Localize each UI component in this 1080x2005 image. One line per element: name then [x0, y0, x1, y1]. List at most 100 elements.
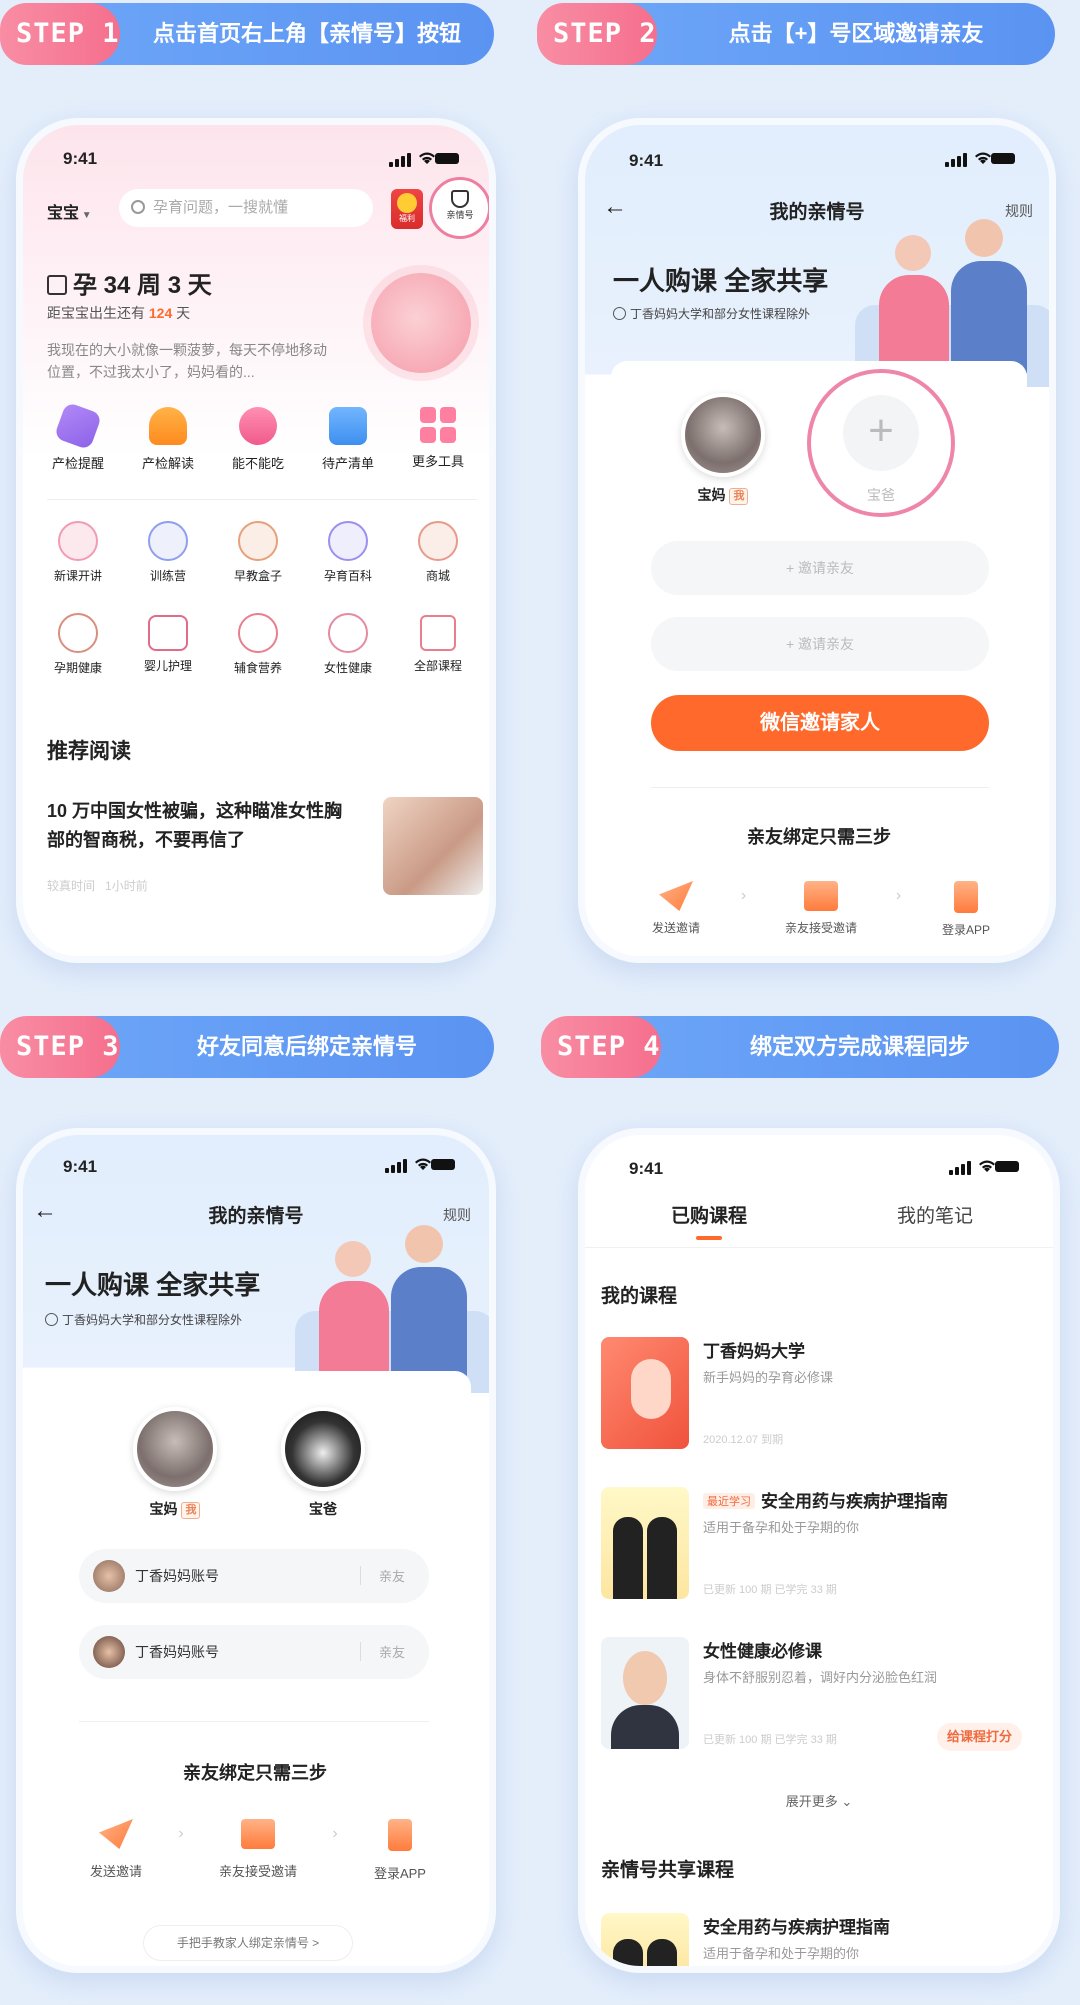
course-item[interactable]: 丁香妈妈大学 新手妈妈的孕育必修课 2020.12.07 到期	[601, 1337, 1041, 1457]
phone-courses: 9:41 已购课程 我的笔记 我的课程 丁香妈妈大学 新手妈妈的孕育必修课 20…	[578, 1128, 1060, 1973]
step-text: 点击首页右上角【亲情号】按钮	[152, 21, 461, 46]
step-label: STEP 4	[541, 1016, 661, 1078]
tool-all-courses[interactable]: 全部课程	[398, 613, 478, 683]
course-item[interactable]: 女性健康必修课 身体不舒服别忍着，调好内分泌脸色红润 已更新 100 期 已学完…	[601, 1637, 1041, 1757]
invite-slot-2[interactable]: + 邀请亲友	[651, 617, 989, 671]
course-subtitle: 新手妈妈的孕育必修课	[703, 1370, 834, 1385]
bag-icon	[329, 407, 367, 445]
phone-home: 9:41 宝宝 ▼ 孕育问题，一搜就懂 福利 亲情号 孕 34 周 3 天 距宝…	[16, 118, 496, 963]
status-icons	[945, 151, 1015, 167]
status-icons	[389, 151, 459, 167]
step-label: STEP 1	[0, 3, 120, 65]
tool-checkup-analysis[interactable]: 产检解读	[128, 407, 208, 487]
steps-title: 亲友绑定只需三步	[183, 1763, 327, 1783]
tool-label: 全部课程	[413, 659, 462, 673]
article-title: 10 万中国女性被骗，这种瞄准女性胸部的智商税，不要再信了	[47, 801, 343, 850]
family-account-icon	[451, 190, 469, 208]
step-label: 登录APP	[941, 923, 990, 937]
due-prefix: 距宝宝出生还有	[47, 305, 145, 321]
tool-training[interactable]: 训练营	[128, 521, 208, 591]
fortune-button[interactable]: 福利	[391, 189, 423, 229]
search-input[interactable]: 孕育问题，一搜就懂	[119, 189, 373, 227]
baby-description[interactable]: 我现在的大小就像一颗菠萝，每天不停地移动位置，不过我太小了，妈妈看的...	[47, 339, 337, 383]
tool-label: 辅食营养	[233, 661, 282, 675]
syringe-icon	[53, 401, 103, 451]
step-send-invite: 发送邀请	[631, 881, 721, 938]
account-row-1[interactable]: 丁香妈妈账号 亲友	[79, 1549, 429, 1603]
member-card: 宝妈 我 + 宝爸 + 邀请亲友 + 邀请亲友 微信邀请家人 亲友绑定只需三步 …	[611, 361, 1027, 956]
chevron-right-icon: ›	[895, 887, 902, 904]
tool-label: 商城	[425, 569, 450, 583]
health-icon	[58, 613, 98, 653]
tool-checkup-reminder[interactable]: 产检提醒	[38, 401, 118, 487]
expand-more[interactable]: 展开更多 ⌄	[585, 1791, 1053, 1810]
tool-encyclopedia[interactable]: 孕育百科	[308, 521, 388, 591]
family-account-label: 亲情号	[446, 210, 474, 220]
tool-can-eat[interactable]: 能不能吃	[218, 407, 298, 487]
envelope-icon	[240, 1819, 275, 1849]
account-name: 丁香妈妈账号	[135, 1644, 219, 1660]
invite-slot-1[interactable]: + 邀请亲友	[651, 541, 989, 595]
account-row-2[interactable]: 丁香妈妈账号 亲友	[79, 1625, 429, 1679]
moon-icon	[328, 521, 368, 561]
tool-label: 女性健康	[323, 661, 372, 675]
account-name: 丁香妈妈账号	[135, 1568, 219, 1584]
wechat-invite-button[interactable]: 微信邀请家人	[651, 695, 989, 751]
family-account-button[interactable]: 亲情号	[429, 177, 489, 239]
status-time: 9:41	[63, 1157, 98, 1176]
step-label: 亲友接受邀请	[218, 1864, 297, 1879]
phone-icon	[953, 881, 978, 913]
course-thumbnail	[601, 1487, 689, 1599]
course-title-row: 最近学习 安全用药与疾病护理指南	[703, 1487, 948, 1512]
tools-row-tertiary: 孕期健康 婴儿护理 辅食营养 女性健康 全部课程	[33, 613, 483, 683]
heart-icon	[148, 521, 188, 561]
tool-women-health[interactable]: 女性健康	[308, 613, 388, 683]
self-tag: 我	[729, 487, 749, 505]
step-label: 亲友接受邀请	[784, 921, 857, 935]
member-mom-label: 宝妈 我	[123, 1499, 227, 1519]
tool-more[interactable]: 更多工具	[398, 407, 478, 487]
food-icon	[239, 407, 277, 445]
step2-banner: STEP 2 点击【+】号区域邀请亲友	[537, 3, 1055, 65]
tool-label: 产检提醒	[51, 456, 104, 471]
tool-infant-care[interactable]: 婴儿护理	[128, 613, 208, 683]
step1-banner: STEP 1 点击首页右上角【亲情号】按钮	[0, 3, 494, 65]
add-member-button[interactable]: + 宝爸	[807, 369, 955, 517]
section-title: 推荐阅读	[47, 740, 131, 763]
step-text: 绑定双方完成课程同步	[749, 1034, 970, 1059]
baby-selector[interactable]: 宝宝 ▼	[47, 199, 92, 223]
chevron-right-icon: ›	[178, 1825, 184, 1842]
tools-row-secondary: 新课开讲 训练营 早教盒子 孕育百科 商城	[33, 521, 483, 591]
guide-link[interactable]: 手把手教家人绑定亲情号 >	[143, 1925, 353, 1961]
tool-early-edu-box[interactable]: 早教盒子	[218, 521, 298, 591]
tool-birth-checklist[interactable]: 待产清单	[308, 407, 388, 487]
course-subtitle: 身体不舒服别忍着，调好内分泌脸色红润	[703, 1670, 938, 1685]
search-placeholder: 孕育问题，一搜就懂	[153, 199, 289, 216]
note-text: 丁香妈妈大学和部分女性课程除外	[630, 307, 811, 321]
article-time: 1小时前	[105, 879, 148, 893]
course-title: 女性健康必修课	[703, 1642, 822, 1661]
tab-indicator	[696, 1236, 722, 1240]
article-card[interactable]: 10 万中国女性被骗，这种瞄准女性胸部的智商税，不要再信了 较真时间 1小时前	[47, 797, 483, 907]
tool-complementary-food[interactable]: 辅食营养	[218, 613, 298, 683]
search-icon	[131, 200, 145, 214]
tab-notes[interactable]: 我的笔记	[865, 1201, 1005, 1228]
rate-course-button[interactable]: 给课程打分	[937, 1723, 1023, 1751]
status-time: 9:41	[629, 151, 664, 170]
member-name: 宝妈	[149, 1501, 178, 1517]
expand-label: 展开更多	[785, 1794, 838, 1809]
week-title: 孕 34 周 3 天	[73, 272, 212, 299]
tool-mall[interactable]: 商城	[398, 521, 478, 591]
self-tag: 我	[181, 1501, 201, 1519]
plus-icon: +	[843, 395, 919, 471]
step-label: 发送邀请	[651, 921, 700, 935]
due-suffix: 天	[176, 305, 191, 321]
tab-purchased[interactable]: 已购课程	[639, 1201, 779, 1240]
step-label: STEP 2	[537, 3, 657, 65]
pregnancy-week: 孕 34 周 3 天	[47, 265, 212, 300]
shared-course-item[interactable]: 安全用药与疾病护理指南 适用于备孕和处于孕期的你	[601, 1913, 1041, 1966]
shop-icon	[418, 521, 458, 561]
tool-pregnancy-health[interactable]: 孕期健康	[38, 613, 118, 683]
tool-new-course[interactable]: 新课开讲	[38, 521, 118, 591]
course-item[interactable]: 最近学习 安全用药与疾病护理指南 适用于备孕和处于孕期的你 已更新 100 期 已…	[601, 1487, 1041, 1607]
